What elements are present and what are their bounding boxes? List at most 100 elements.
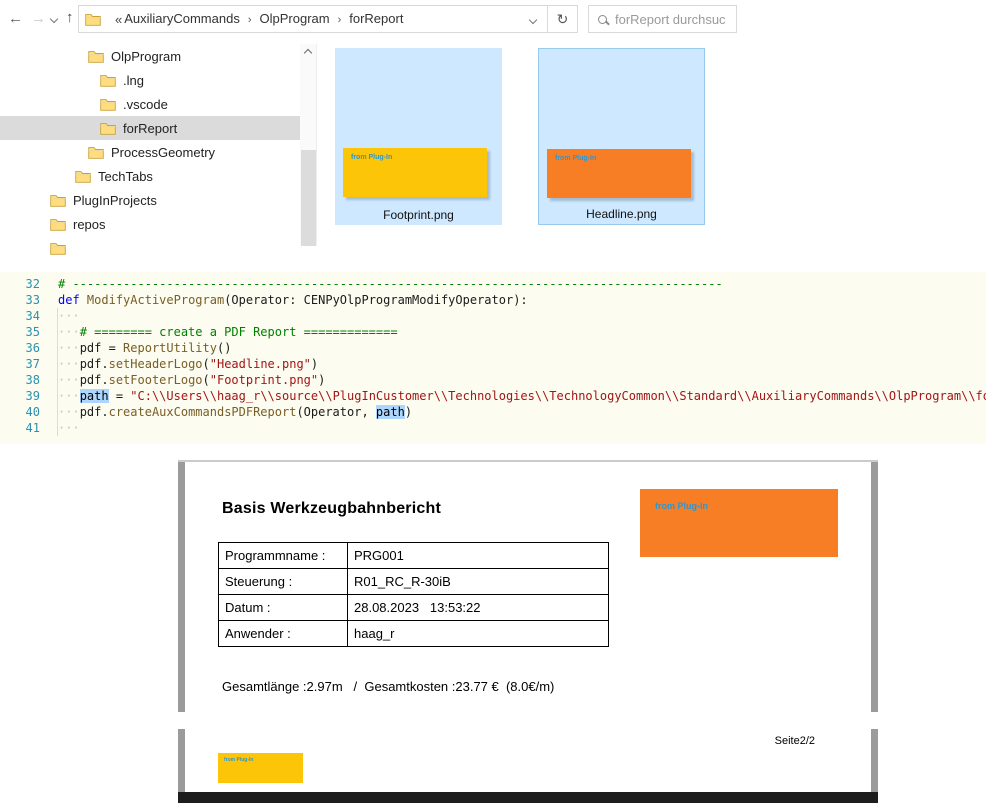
report-table-row: Anwender :haag_r bbox=[219, 621, 609, 647]
thumbnail-image: from Plug-In bbox=[343, 148, 487, 197]
line-number: 33 bbox=[0, 292, 40, 308]
field-label: Datum : bbox=[219, 595, 348, 621]
code-line-39[interactable]: 39 ···path = "C:\\Users\\haag_r\\source\\… bbox=[0, 388, 986, 404]
tree-item-.vscode[interactable]: .vscode bbox=[0, 92, 300, 116]
folder-icon bbox=[88, 146, 104, 159]
scrollbar-up-arrow-icon[interactable] bbox=[304, 49, 312, 57]
breadcrumb-item-OlpProgram[interactable]: OlpProgram bbox=[260, 11, 330, 26]
tree-item-.lng[interactable]: .lng bbox=[0, 68, 300, 92]
thumbnail-image: from Plug-In bbox=[547, 149, 691, 198]
pdf-page-2: Seite2/2 from Plug-In bbox=[178, 729, 878, 792]
code-lines: 32 # ------------------------------------… bbox=[0, 276, 986, 436]
report-table-row: Programmname :PRG001 bbox=[219, 543, 609, 569]
tree-item-repos[interactable]: repos bbox=[0, 212, 300, 236]
line-content: ··· bbox=[58, 308, 80, 324]
code-line-34[interactable]: 34··· bbox=[0, 308, 986, 324]
breadcrumb-separator[interactable]: › bbox=[248, 14, 252, 26]
tree-item-label: forReport bbox=[123, 121, 177, 136]
code-line-40[interactable]: 40···pdf.createAuxCommandsPDFReport(Oper… bbox=[0, 404, 986, 420]
tree-scrollbar[interactable] bbox=[300, 44, 317, 246]
report-table: Programmname :PRG001Steuerung :R01_RC_R-… bbox=[218, 542, 609, 647]
page-number: Seite2/2 bbox=[775, 735, 815, 747]
code-line-41[interactable]: 41 ··· bbox=[0, 420, 986, 436]
field-value: PRG001 bbox=[348, 543, 609, 569]
report-footer-logo: from Plug-In bbox=[218, 753, 303, 783]
report-title: Basis Werkzeugbahnbericht bbox=[222, 500, 441, 518]
breadcrumb-separator[interactable]: › bbox=[338, 14, 342, 26]
tree-item-partial[interactable] bbox=[0, 236, 300, 260]
document-end-bar bbox=[178, 792, 878, 803]
tree-item-OlpProgram[interactable]: OlpProgram bbox=[0, 44, 300, 68]
code-line-35[interactable]: 35 ···# ======== create a PDF Report ====… bbox=[0, 324, 986, 340]
file-name-label: Footprint.png bbox=[335, 208, 502, 222]
back-button[interactable]: ← bbox=[8, 11, 23, 26]
line-content: ···# ======== create a PDF Report ======… bbox=[58, 324, 398, 340]
line-content: # --------------------------------------… bbox=[58, 276, 723, 292]
code-line-38[interactable]: 38 ···pdf.setFooterLogo("Footprint.png") bbox=[0, 372, 986, 388]
line-content: ···pdf.setHeaderLogo("Headline.png") bbox=[58, 356, 318, 372]
code-line-33[interactable]: 33 def ModifyActiveProgram(Operator: CENP… bbox=[0, 292, 986, 308]
footer-logo-text: from Plug-In bbox=[224, 757, 253, 763]
tree-item-label: .lng bbox=[123, 73, 144, 88]
line-number: 35 bbox=[0, 324, 40, 340]
folder-icon bbox=[75, 170, 91, 183]
tree-item-ProcessGeometry[interactable]: ProcessGeometry bbox=[0, 140, 300, 164]
line-content: def ModifyActiveProgram(Operator: CENPyO… bbox=[58, 292, 528, 308]
line-number: 38 bbox=[0, 372, 40, 388]
breadcrumb: AuxiliaryCommands › OlpProgram › forReport bbox=[124, 10, 403, 28]
address-dropdown-chevron-icon[interactable] bbox=[529, 16, 537, 24]
line-content: ···path = "C:\\Users\\haag_r\\source\\Pl… bbox=[58, 388, 986, 404]
report-summary: Gesamtlänge :2.97m / Gesamtkosten :23.77… bbox=[222, 679, 554, 694]
code-editor[interactable]: 32 # ------------------------------------… bbox=[0, 272, 986, 444]
field-value: 28.08.2023 13:53:22 bbox=[348, 595, 609, 621]
line-number: 32 bbox=[0, 276, 40, 292]
field-value: R01_RC_R-30iB bbox=[348, 569, 609, 595]
search-input[interactable] bbox=[615, 12, 730, 27]
refresh-icon: ↻ bbox=[557, 11, 569, 28]
folder-icon bbox=[88, 50, 104, 63]
line-number: 39 bbox=[0, 388, 40, 404]
folder-icon bbox=[50, 194, 66, 207]
folder-icon bbox=[50, 218, 66, 231]
refresh-button[interactable]: ↻ bbox=[547, 5, 578, 33]
field-label: Anwender : bbox=[219, 621, 348, 647]
indent-guide bbox=[57, 308, 58, 436]
folder-icon bbox=[50, 242, 66, 255]
code-line-36[interactable]: 36 ···pdf = ReportUtility() bbox=[0, 340, 986, 356]
tree-item-PlugInProjects[interactable]: PlugInProjects bbox=[0, 188, 300, 212]
file-explorer: ← → ↑ « AuxiliaryCommands›OlpProgram›for… bbox=[0, 0, 986, 246]
report-table-row: Steuerung :R01_RC_R-30iB bbox=[219, 569, 609, 595]
tree-item-label: PlugInProjects bbox=[73, 193, 157, 208]
thumbnail-logo-text: from Plug-In bbox=[555, 155, 596, 162]
up-button[interactable]: ↑ bbox=[66, 10, 74, 25]
header-logo-text: from Plug-In bbox=[655, 501, 708, 511]
forward-button[interactable]: → bbox=[31, 11, 46, 26]
line-content: ··· bbox=[58, 420, 80, 436]
recent-locations-chevron-icon[interactable] bbox=[50, 15, 58, 23]
line-content: ···pdf = ReportUtility() bbox=[58, 340, 231, 356]
breadcrumb-item-AuxiliaryCommands[interactable]: AuxiliaryCommands bbox=[124, 11, 240, 26]
address-bar[interactable]: « AuxiliaryCommands›OlpProgram›forReport bbox=[78, 5, 548, 33]
code-line-32[interactable]: 32 # ------------------------------------… bbox=[0, 276, 986, 292]
tree-item-label: ProcessGeometry bbox=[111, 145, 215, 160]
file-item-Headline.png[interactable]: from Plug-In Headline.png bbox=[538, 48, 705, 225]
breadcrumb-item-forReport[interactable]: forReport bbox=[349, 11, 403, 26]
file-item-Footprint.png[interactable]: from Plug-In Footprint.png bbox=[335, 48, 502, 225]
line-number: 41 bbox=[0, 420, 40, 436]
file-name-label: Headline.png bbox=[539, 207, 704, 221]
line-content: ···pdf.setFooterLogo("Footprint.png") bbox=[58, 372, 325, 388]
field-label: Programmname : bbox=[219, 543, 348, 569]
scrollbar-thumb[interactable] bbox=[301, 150, 316, 246]
tree-item-forReport[interactable]: forReport bbox=[0, 116, 300, 140]
screenshot-root: ← → ↑ « AuxiliaryCommands›OlpProgram›for… bbox=[0, 0, 986, 811]
search-box[interactable] bbox=[588, 5, 737, 33]
field-value: haag_r bbox=[348, 621, 609, 647]
line-number: 37 bbox=[0, 356, 40, 372]
file-list: from Plug-In Footprint.png from Plug-In Hea… bbox=[335, 48, 705, 225]
folder-icon bbox=[100, 98, 116, 111]
pdf-page-1: Basis Werkzeugbahnbericht from Plug-In P… bbox=[178, 462, 878, 712]
folder-icon bbox=[100, 74, 116, 87]
code-line-37[interactable]: 37 ···pdf.setHeaderLogo("Headline.png") bbox=[0, 356, 986, 372]
line-number: 36 bbox=[0, 340, 40, 356]
tree-item-TechTabs[interactable]: TechTabs bbox=[0, 164, 300, 188]
